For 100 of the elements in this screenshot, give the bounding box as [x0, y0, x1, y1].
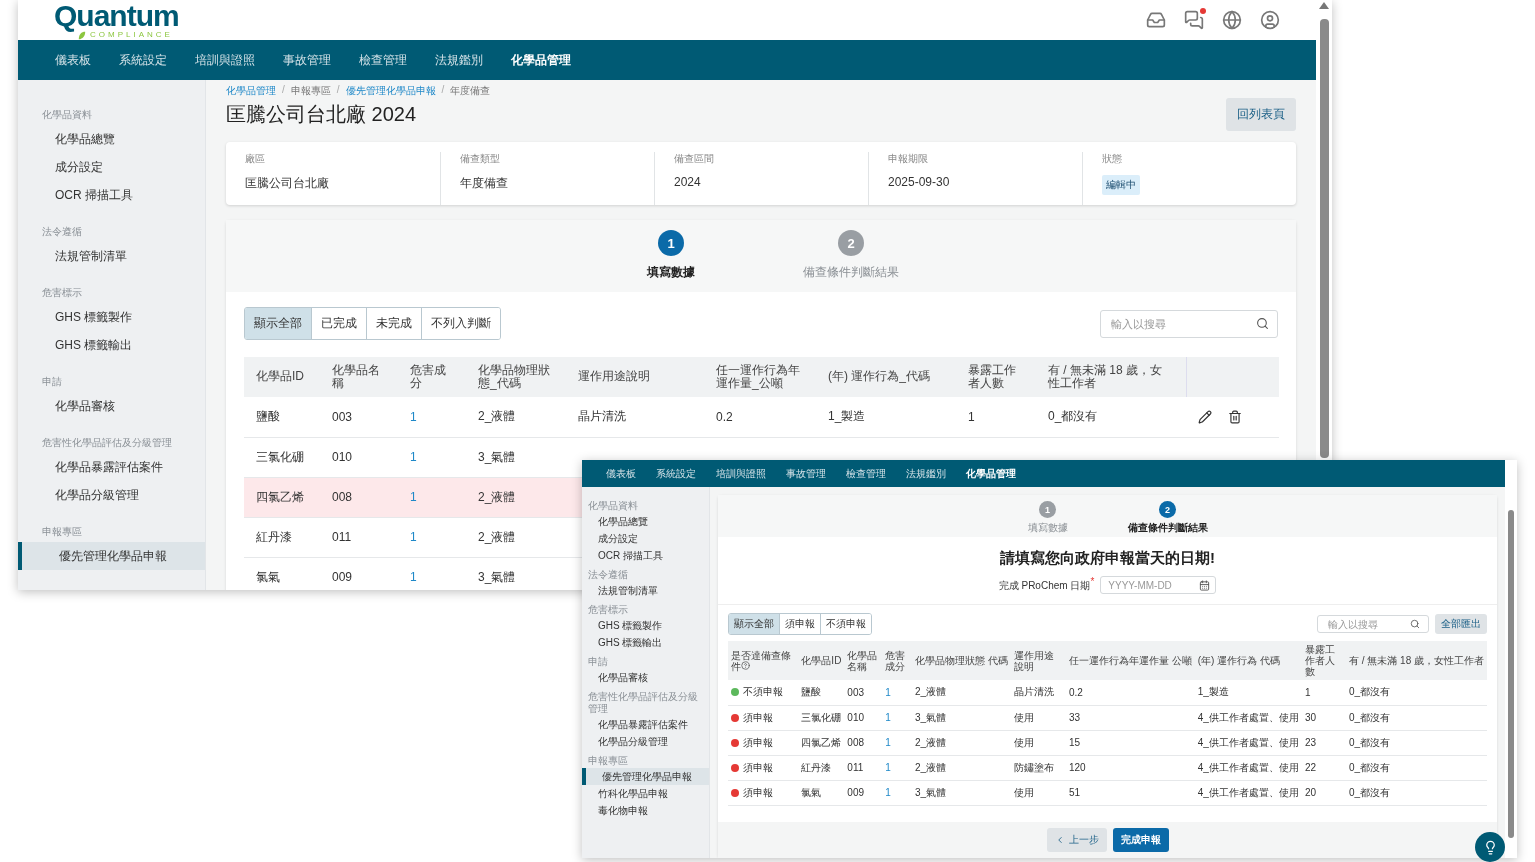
sidebar-item[interactable]: 化學品總覽 [582, 513, 709, 530]
sidebar-item[interactable]: 毒化物申報 [582, 802, 709, 819]
submit-button[interactable]: 完成申報 [1112, 828, 1169, 852]
breadcrumb-item[interactable]: 年度備查 [450, 84, 491, 98]
table-cell: 使用 [1013, 736, 1034, 748]
nav-item[interactable]: 事故管理 [283, 51, 331, 69]
filter-button[interactable]: 顯示全部 [245, 308, 311, 339]
table-cell: 2_液體 [478, 409, 516, 424]
nav-item[interactable]: 培訓與證照 [716, 466, 766, 481]
step-number[interactable]: 1 [658, 230, 684, 256]
table-cell: 晶片清洗 [578, 409, 626, 424]
sidebar-item[interactable]: GHS 標籤製作 [18, 303, 205, 331]
sidebar-item[interactable]: 成分設定 [582, 530, 709, 547]
sidebar-item[interactable]: 法規管制清單 [18, 242, 205, 270]
globe-icon[interactable] [1222, 10, 1242, 30]
table-cell: 003 [332, 409, 353, 424]
edit-icon[interactable] [1198, 409, 1212, 424]
breadcrumb-item[interactable]: 申報專區 [290, 84, 331, 98]
table-cell: 0_都沒有 [1348, 761, 1391, 773]
hazard-count-link[interactable]: 1 [885, 686, 891, 698]
nav-item[interactable]: 儀表板 [55, 51, 91, 69]
column-header: 運作用途說明 [1010, 641, 1066, 680]
sidebar-item[interactable]: 法規管制清單 [582, 582, 709, 599]
hazard-count-link[interactable]: 1 [885, 787, 891, 798]
sidebar-item[interactable]: 成分設定 [18, 153, 205, 181]
export-button[interactable]: 全部匯出 [1435, 614, 1487, 634]
sidebar-item[interactable]: GHS 標籤製作 [582, 617, 709, 634]
column-header: 運作用途說明 [566, 357, 704, 397]
date-input[interactable]: YYYY-MM-DD [1106, 578, 1190, 592]
search-input[interactable]: 輸入以搜尋 [1326, 617, 1402, 631]
hazard-count-link[interactable]: 1 [885, 762, 891, 773]
nav-item[interactable]: 系統設定 [119, 51, 167, 69]
date-heading: 請填寫您向政府申報當天的日期! [999, 549, 1216, 568]
search-field[interactable]: 輸入以搜尋 [1317, 615, 1429, 633]
hazard-count-link[interactable]: 1 [410, 570, 417, 584]
messages-icon[interactable] [1184, 10, 1204, 30]
scrollbar[interactable] [1316, 0, 1332, 458]
sidebar-item[interactable]: 化學品分級管理 [582, 733, 709, 750]
delete-icon[interactable] [1228, 409, 1242, 424]
table-cell: 0_都沒有 [1348, 736, 1391, 748]
table-cell: 33 [1068, 712, 1081, 723]
sidebar-item[interactable]: 優先管理化學品申報 [18, 542, 205, 570]
table-cell: 紅丹漆 [801, 761, 832, 773]
table-cell: 0_都沒有 [1348, 786, 1391, 798]
back-to-list-button[interactable]: 回列表頁 [1226, 98, 1296, 131]
column-header: 化學品物理狀態 代碼 [912, 641, 1011, 680]
sidebar-item[interactable]: 化學品審核 [582, 669, 709, 686]
breadcrumb-separator: / [282, 84, 285, 97]
hazard-count-link[interactable]: 1 [885, 737, 891, 748]
calendar-icon[interactable] [1199, 579, 1211, 591]
sidebar-item[interactable]: GHS 標籤輸出 [18, 331, 205, 359]
scrollbar[interactable] [1505, 460, 1517, 858]
sidebar-item[interactable]: 化學品總覽 [18, 125, 205, 153]
table-cell: 008 [847, 737, 865, 748]
inbox-icon[interactable] [1146, 10, 1166, 30]
sidebar-item[interactable]: OCR 掃描工具 [18, 181, 205, 209]
nav-item[interactable]: 儀表板 [606, 466, 636, 481]
hazard-count-link[interactable]: 1 [410, 409, 417, 424]
table-cell: 1_製造 [828, 409, 866, 424]
step-label: 備查條件判斷結果 [1127, 521, 1208, 535]
breadcrumb-link[interactable]: 優先管理化學品申報 [345, 84, 436, 98]
breadcrumb-link[interactable]: 化學品管理 [226, 84, 276, 98]
user-icon[interactable] [1260, 10, 1280, 30]
sidebar-item[interactable]: 化學品分級管理 [18, 481, 205, 509]
nav-item[interactable]: 法規鑑別 [906, 466, 946, 481]
date-field[interactable]: YYYY-MM-DD [1100, 576, 1217, 594]
nav-item[interactable]: 檢查管理 [359, 51, 407, 69]
filter-button[interactable]: 不列入判斷 [421, 308, 500, 339]
sidebar-item[interactable]: 竹科化學品申報 [582, 785, 709, 802]
sidebar-item[interactable]: OCR 掃描工具 [582, 547, 709, 564]
nav-item[interactable]: 系統設定 [656, 466, 696, 481]
sidebar-item[interactable]: GHS 標籤輸出 [582, 634, 709, 651]
nav-item[interactable]: 培訓與證照 [195, 51, 255, 69]
sidebar-item[interactable]: 化學品審核 [18, 392, 205, 420]
search-field[interactable]: 輸入以搜尋 [1100, 309, 1278, 338]
filter-button[interactable]: 顯示全部 [729, 614, 779, 634]
sidebar-item[interactable]: 化學品暴露評估案件 [582, 716, 709, 733]
sidebar-item[interactable]: 化學品暴露評估案件 [18, 453, 205, 481]
table-cell: 2_液體 [478, 529, 516, 544]
previous-step-button[interactable]: 上一步 [1046, 828, 1107, 852]
hazard-count-link[interactable]: 1 [410, 450, 417, 464]
nav-item[interactable]: 法規鑑別 [435, 51, 483, 69]
search-input[interactable]: 輸入以搜尋 [1109, 316, 1237, 331]
help-icon[interactable] [741, 660, 750, 670]
nav-item[interactable]: 化學品管理 [511, 51, 571, 69]
nav-item[interactable]: 事故管理 [786, 466, 826, 481]
search-icon[interactable] [1410, 619, 1420, 629]
hazard-count-link[interactable]: 1 [885, 712, 891, 723]
sidebar-item[interactable]: 優先管理化學品申報 [582, 768, 709, 785]
column-header: 化學品名稱 [844, 641, 883, 680]
column-header: 任一運作行為年運作量 公噸 [1065, 641, 1195, 680]
sidebar-section-title: 危害標示 [41, 286, 83, 300]
column-header: 危害成分 [882, 641, 913, 680]
hazard-count-link[interactable]: 1 [410, 530, 417, 544]
hazard-count-link[interactable]: 1 [410, 490, 417, 504]
filter-button[interactable]: 不須申報 [820, 614, 871, 634]
step-number[interactable]: 2 [1159, 501, 1176, 518]
nav-item[interactable]: 檢查管理 [846, 466, 886, 481]
nav-item[interactable]: 化學品管理 [966, 466, 1016, 481]
search-icon[interactable] [1256, 317, 1269, 330]
